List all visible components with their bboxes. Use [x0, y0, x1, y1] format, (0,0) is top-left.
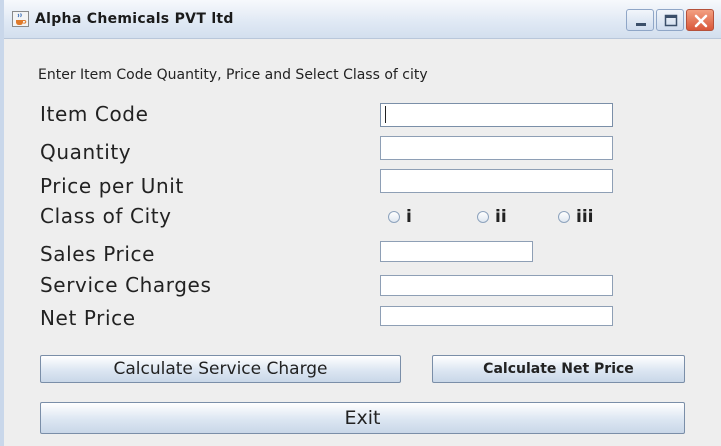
city-radio-label: iii: [576, 207, 594, 227]
service-charges-label: Service Charges: [40, 273, 212, 297]
radio-circle-icon: [558, 211, 570, 223]
close-button[interactable]: [686, 9, 714, 31]
item-code-label: Item Code: [40, 102, 149, 126]
city-radio-label: i: [406, 207, 412, 227]
sales-price-field[interactable]: [380, 241, 533, 262]
city-radio-ii[interactable]: ii: [477, 207, 507, 227]
class-of-city-label: Class of City: [40, 204, 172, 228]
service-charges-field[interactable]: [380, 275, 613, 296]
window-title: Alpha Chemicals PVT ltd: [35, 11, 234, 27]
close-icon: [694, 14, 708, 28]
exit-button[interactable]: Exit: [40, 402, 685, 434]
java-cup-icon: [12, 11, 29, 27]
form-panel: Enter Item Code Quantity, Price and Sele…: [4, 39, 721, 446]
calculate-net-price-button[interactable]: Calculate Net Price: [432, 355, 685, 383]
radio-circle-icon: [388, 211, 400, 223]
quantity-label: Quantity: [40, 140, 132, 164]
net-price-field[interactable]: [380, 306, 613, 326]
quantity-input[interactable]: [380, 136, 613, 160]
maximize-button[interactable]: [656, 9, 684, 31]
city-radio-label: ii: [495, 207, 507, 227]
radio-circle-icon: [477, 211, 489, 223]
app-window: Alpha Chemicals PVT ltd Enter Item Code …: [0, 0, 721, 446]
net-price-label: Net Price: [40, 306, 136, 330]
minimize-icon: [636, 23, 646, 26]
calculate-service-charge-button[interactable]: Calculate Service Charge: [40, 355, 401, 383]
text-caret: [385, 106, 386, 123]
item-code-input[interactable]: [380, 103, 613, 127]
sales-price-label: Sales Price: [40, 242, 155, 266]
minimize-button[interactable]: [626, 9, 654, 31]
price-per-unit-label: Price per Unit: [40, 174, 184, 198]
price-per-unit-input[interactable]: [380, 169, 613, 193]
instruction-text: Enter Item Code Quantity, Price and Sele…: [38, 67, 428, 83]
title-bar[interactable]: Alpha Chemicals PVT ltd: [4, 0, 721, 39]
city-radio-i[interactable]: i: [388, 207, 412, 227]
city-radio-iii[interactable]: iii: [558, 207, 593, 227]
maximize-icon: [664, 14, 678, 27]
